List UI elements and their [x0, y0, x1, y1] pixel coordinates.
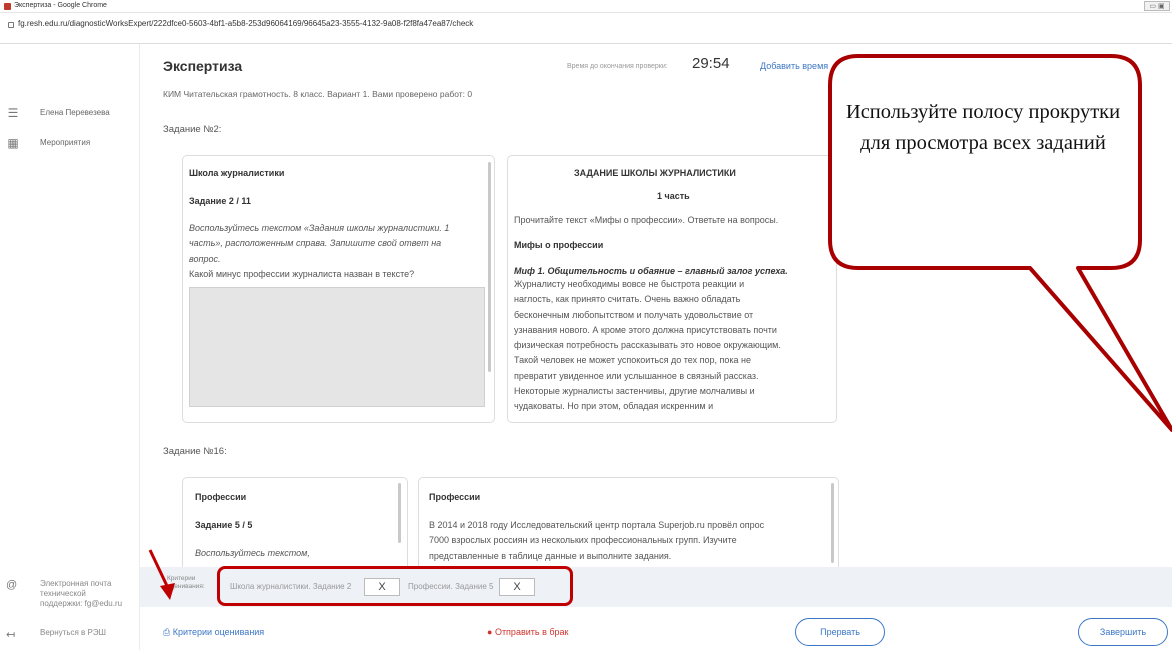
- myth-heading: Миф 1. Общительность и обаяние – главный…: [514, 266, 788, 276]
- alert-icon: ●: [487, 627, 495, 637]
- criteria-link[interactable]: ⎙ Критерии оценивания: [163, 627, 264, 638]
- printer-icon: ⎙: [163, 627, 173, 637]
- address-bar[interactable]: fg.resh.edu.ru/diagnosticWorksExpert/222…: [0, 13, 1172, 44]
- add-time-link[interactable]: Добавить время: [760, 61, 828, 71]
- work-subtitle: КИМ Читательская грамотность. 8 класс. В…: [163, 89, 473, 99]
- browser-title-bar: Экспертиза - Google Chrome ▭ ▣: [0, 0, 1172, 13]
- scrollbar[interactable]: [831, 483, 834, 563]
- criteria-link-label: Критерии оценивания: [172, 627, 265, 637]
- card-title: Профессии: [429, 492, 481, 502]
- timer: 29:54: [692, 55, 730, 72]
- reject-link-label: Отправить в брак: [494, 627, 569, 637]
- task-number: Задание 5 / 5: [195, 520, 253, 530]
- text-body: Журналисту необходимы вовсе не быстрота …: [514, 279, 781, 412]
- callout-text: Используйте полосу прокрутки для просмот…: [845, 101, 1121, 154]
- annotation-highlight-frame: [217, 566, 573, 606]
- sidebar-item-user[interactable]: ☰ Елена Перевезева: [0, 104, 140, 124]
- task-number: Задание 2 / 11: [189, 196, 251, 206]
- lock-icon: [8, 22, 14, 28]
- bottom-bar: [140, 610, 1172, 650]
- finish-button[interactable]: Завершить: [1078, 618, 1168, 646]
- window-controls[interactable]: ▭ ▣: [1144, 1, 1170, 11]
- at-icon: @: [6, 579, 18, 591]
- task-question: Какой минус профессии журналиста назван …: [189, 269, 415, 279]
- sidebar-item-label: Мероприятия: [40, 138, 91, 147]
- task-card-left[interactable]: Школа журналистики Задание 2 / 11 Воспол…: [182, 155, 495, 423]
- task-heading: Задание №2:: [163, 124, 222, 135]
- task-instruction: Воспользуйтесь текстом,: [195, 548, 310, 558]
- back-label: Вернуться в РЭШ: [40, 628, 106, 637]
- card-title: Школа журналистики: [189, 168, 285, 178]
- url-text[interactable]: fg.resh.edu.ru/diagnosticWorksExpert/222…: [18, 19, 473, 28]
- text-body: В 2014 и 2018 году Исследовательский цен…: [429, 520, 765, 561]
- text-intro: Прочитайте текст «Мифы о профессии». Отв…: [514, 215, 779, 225]
- part-label: 1 часть: [657, 191, 690, 201]
- menu-icon: ☰: [7, 106, 19, 120]
- calendar-icon: ▦: [7, 136, 19, 150]
- timer-label: Время до окончания проверки:: [567, 63, 668, 70]
- favicon-icon: [4, 3, 11, 10]
- window-title: Экспертиза - Google Chrome: [14, 2, 107, 9]
- card-title: Профессии: [195, 492, 247, 502]
- task-instruction: Воспользуйтесь текстом «Задания школы жу…: [189, 223, 450, 264]
- answer-box[interactable]: [189, 287, 485, 407]
- reject-link[interactable]: ● Отправить в брак: [487, 627, 568, 637]
- sidebar: ☰ Елена Перевезева ▦ Мероприятия @ Элект…: [0, 44, 140, 650]
- text-subtitle: Мифы о профессии: [514, 240, 604, 250]
- sidebar-item-label: Елена Перевезева: [40, 108, 110, 117]
- card-title: ЗАДАНИЕ ШКОЛЫ ЖУРНАЛИСТИКИ: [574, 168, 736, 178]
- criteria-label: Критерии оценивания:: [167, 575, 205, 590]
- support-label: Электронная почта технической поддержки:…: [40, 579, 123, 608]
- page-title: Экспертиза: [163, 58, 243, 74]
- scrollbar[interactable]: [488, 162, 491, 372]
- task-card-right[interactable]: ЗАДАНИЕ ШКОЛЫ ЖУРНАЛИСТИКИ 1 часть Прочи…: [507, 155, 837, 423]
- logout-icon: ↤: [6, 629, 16, 641]
- task-heading: Задание №16:: [163, 446, 227, 457]
- interrupt-button[interactable]: Прервать: [795, 618, 885, 646]
- sidebar-item-events[interactable]: ▦ Мероприятия: [0, 134, 140, 154]
- scrollbar[interactable]: [398, 483, 401, 543]
